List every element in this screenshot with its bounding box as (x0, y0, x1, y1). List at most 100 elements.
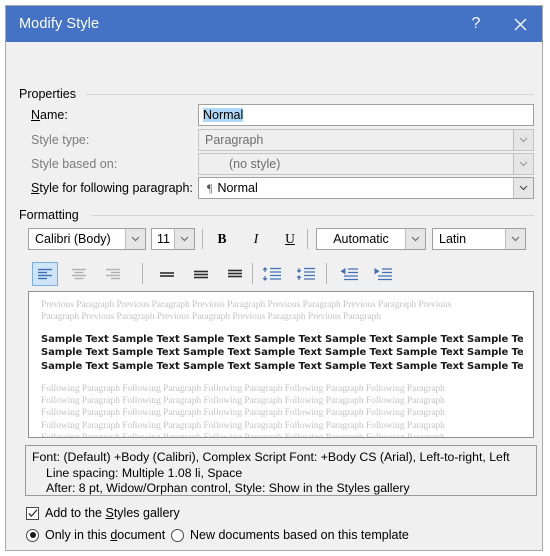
preview-sample-text-line: Sample Text Sample Text Sample Text Samp… (41, 333, 523, 345)
formatting-group-divider (91, 215, 534, 216)
font-color-value: Automatic (333, 232, 389, 246)
chevron-down-icon (411, 236, 420, 242)
add-to-styles-gallery-label: Add to the Styles gallery (45, 506, 180, 520)
toolbar-separator (202, 229, 203, 249)
font-family-chevron[interactable] (125, 229, 145, 249)
name-input-value: Normal (203, 108, 244, 122)
preview-following-paragraph-line: Following Paragraph Following Paragraph … (41, 420, 445, 431)
only-this-document-label: Only in this document (45, 528, 166, 542)
justify-medium-icon (194, 270, 208, 278)
style-based-on-label: Style based on: (31, 157, 118, 171)
align-justify-medium-button[interactable] (188, 262, 214, 286)
new-documents-label: New documents based on this template (190, 528, 409, 542)
name-label: Name: (31, 108, 68, 122)
style-following-chevron[interactable] (513, 178, 533, 198)
radio-circle (26, 528, 39, 542)
justify-high-icon (228, 269, 242, 277)
font-color-chevron[interactable] (405, 229, 425, 249)
checkmark-icon (27, 508, 37, 517)
preview-previous-paragraph-line: Paragraph Previous Paragraph Previous Pa… (41, 312, 382, 323)
preview-sample-text-line: Sample Text Sample Text Sample Text Samp… (41, 361, 523, 372)
help-button[interactable]: ? (454, 6, 498, 42)
style-type-label: Style type: (31, 133, 90, 147)
only-this-document-radio[interactable]: Only in this document (26, 528, 165, 542)
decrease-line-spacing-icon (296, 267, 315, 280)
style-description-box: Font: (Default) +Body (Calibri), Complex… (25, 445, 537, 496)
style-following-label: Style for following paragraph: (31, 181, 193, 195)
chevron-down-icon (519, 137, 528, 143)
increase-line-spacing-icon (262, 267, 281, 281)
footer-divider (6, 550, 542, 551)
align-justify-low-button[interactable] (154, 262, 180, 286)
font-size-chevron[interactable] (174, 229, 194, 249)
style-type-combo: Paragraph (198, 129, 534, 151)
decrease-indent-icon (340, 268, 358, 281)
chevron-down-icon (519, 185, 528, 191)
radio-circle (171, 528, 184, 542)
preview-following-paragraph-line: Following Paragraph Following Paragraph … (41, 432, 523, 437)
font-size-value: 11 (157, 232, 170, 246)
style-following-value: Normal (217, 181, 258, 195)
font-family-combo[interactable]: Calibri (Body) (28, 228, 146, 250)
script-value: Latin (439, 232, 467, 246)
style-based-on-combo: (no style) (198, 153, 534, 175)
toolbar-separator-2 (307, 229, 308, 249)
chevron-down-icon (511, 236, 520, 242)
increase-indent-button[interactable] (370, 262, 396, 286)
style-following-combo[interactable]: ¶ Normal (198, 177, 534, 199)
line-spacing-increase-button[interactable] (259, 262, 285, 286)
chevron-down-icon (519, 161, 528, 167)
script-combo[interactable]: Latin (432, 228, 526, 250)
font-color-combo[interactable]: Automatic (316, 228, 426, 250)
add-to-styles-gallery-checkbox[interactable]: Add to the Styles gallery (26, 506, 180, 520)
dialog-title-bar: Modify Style ? (6, 6, 542, 42)
script-chevron[interactable] (505, 229, 525, 249)
new-documents-radio[interactable]: New documents based on this template (171, 528, 409, 542)
increase-indent-icon (374, 268, 392, 281)
decrease-indent-button[interactable] (336, 262, 362, 286)
toolbar-separator-3 (142, 263, 143, 284)
properties-group-divider (86, 94, 534, 95)
pilcrow-icon: ¶ (207, 180, 213, 195)
toolbar-separator-4 (252, 263, 253, 284)
name-input[interactable]: Normal (198, 104, 534, 126)
italic-button[interactable]: I (243, 227, 269, 251)
description-line-3: After: 8 pt, Widow/Orphan control, Style… (46, 481, 410, 495)
style-type-chevron (513, 130, 533, 150)
font-size-combo[interactable]: 11 (151, 228, 195, 250)
align-right-icon (106, 268, 120, 279)
align-center-button[interactable] (66, 262, 92, 286)
preview-previous-paragraph-line: Previous Paragraph Previous Paragraph Pr… (41, 300, 452, 310)
preview-following-paragraph-line: Following Paragraph Following Paragraph … (41, 408, 445, 419)
description-line-1: Font: (Default) +Body (Calibri), Complex… (32, 450, 510, 464)
preview-sample-text-line: Sample Text Sample Text Sample Text Samp… (41, 347, 523, 359)
align-justify-high-button[interactable] (222, 262, 248, 286)
close-icon (514, 18, 526, 30)
bold-button[interactable]: B (209, 227, 235, 251)
toolbar-separator-5 (326, 263, 327, 284)
chevron-down-icon (131, 236, 140, 242)
properties-group-label: Properties (19, 87, 82, 101)
style-based-on-chevron (513, 154, 533, 174)
modify-style-dialog: Modify Style ? Properties Name: Normal S… (5, 5, 543, 551)
align-left-icon (38, 268, 52, 279)
preview-following-paragraph-line: Following Paragraph Following Paragraph … (41, 383, 445, 394)
style-type-value: Paragraph (205, 133, 264, 147)
preview-following-paragraph-line: Following Paragraph Following Paragraph … (41, 396, 445, 406)
style-based-on-value: (no style) (229, 157, 281, 171)
underline-button[interactable]: U (277, 227, 303, 251)
style-preview-pane: Previous Paragraph Previous Paragraph Pr… (28, 291, 534, 438)
align-right-button[interactable] (100, 262, 126, 286)
radio-dot (29, 532, 36, 538)
chevron-down-icon (180, 236, 189, 242)
formatting-group-label: Formatting (19, 208, 85, 222)
dialog-title: Modify Style (19, 16, 100, 32)
description-line-2: Line spacing: Multiple 1.08 li, Space (46, 465, 243, 480)
close-button[interactable] (498, 6, 542, 42)
line-spacing-decrease-button[interactable] (293, 262, 319, 286)
align-center-icon (72, 268, 86, 279)
justify-low-icon (160, 271, 174, 277)
checkbox-box (26, 506, 39, 520)
font-family-value: Calibri (Body) (35, 232, 111, 246)
align-left-button[interactable] (32, 262, 58, 286)
